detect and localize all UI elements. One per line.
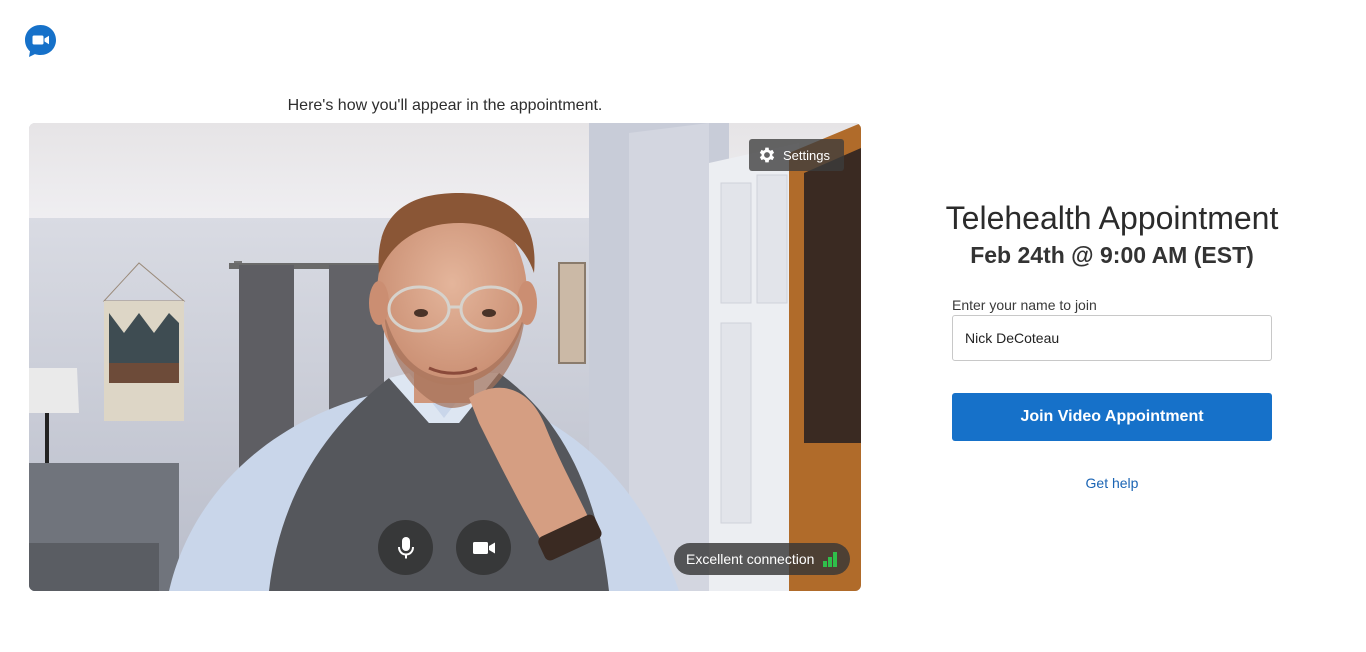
settings-label: Settings [783, 147, 830, 163]
appointment-datetime: Feb 24th @ 9:00 AM (EST) [970, 242, 1254, 268]
preview-caption: Here's how you'll appear in the appointm… [287, 97, 603, 114]
camera-feed-image [29, 123, 861, 591]
microphone-toggle-button[interactable] [378, 520, 433, 575]
microphone-icon [397, 536, 414, 558]
appointment-title: Telehealth Appointment [945, 200, 1279, 236]
camera-toggle-button[interactable] [456, 520, 511, 575]
join-video-appointment-button[interactable]: Join Video Appointment [952, 393, 1272, 441]
camera-preview: Settings Excellent connection [29, 123, 861, 591]
join-page: Here's how you'll appear in the appointm… [0, 0, 1366, 652]
get-help-link[interactable]: Get help [952, 475, 1272, 491]
video-camera-icon [472, 541, 495, 554]
gear-icon [759, 147, 775, 163]
video-chat-bubble-icon [25, 25, 56, 57]
connection-status-badge: Excellent connection [674, 543, 851, 575]
connection-status-text: Excellent connection [686, 551, 815, 567]
settings-button[interactable]: Settings [749, 139, 844, 171]
signal-bars-icon [823, 552, 838, 567]
name-field-label: Enter your name to join [952, 297, 1097, 313]
name-input[interactable] [952, 315, 1272, 361]
